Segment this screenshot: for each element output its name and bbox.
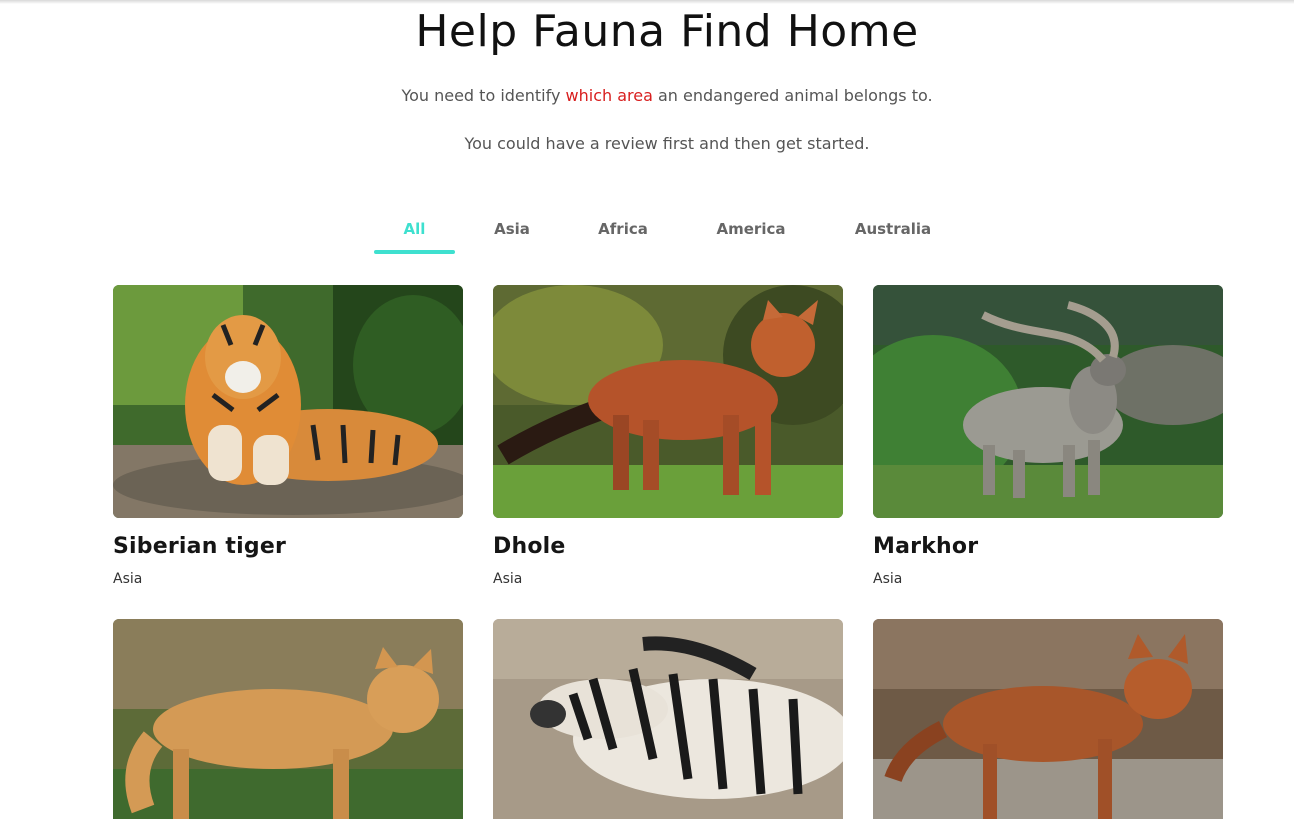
animal-card-zebra[interactable]: [493, 619, 843, 835]
animal-card-siberian-tiger[interactable]: Siberian tiger Asia: [113, 285, 463, 587]
intro-suffix: an endangered animal belongs to.: [652, 86, 933, 105]
animal-card-ethiopian-wolf[interactable]: [873, 619, 1223, 835]
top-shadow-bar: [0, 0, 1294, 4]
tiger-photo: [113, 285, 463, 518]
tab-america[interactable]: America: [706, 220, 796, 238]
dhole-photo: [493, 285, 843, 518]
animal-region: Asia: [113, 571, 143, 587]
animal-name: Dhole: [493, 534, 566, 559]
intro-line-2: You could have a review first and then g…: [464, 134, 870, 153]
markhor-photo: [873, 285, 1223, 518]
tab-africa[interactable]: Africa: [586, 220, 660, 238]
tab-australia[interactable]: Australia: [845, 220, 941, 238]
animal-card-dhole[interactable]: Dhole Asia: [493, 285, 843, 587]
intro-highlight: which area: [565, 86, 653, 105]
active-tab-underline: [374, 250, 455, 254]
zebra-photo: [493, 619, 843, 819]
animal-region: Asia: [873, 571, 903, 587]
animal-card-dingo[interactable]: [113, 619, 463, 835]
tab-all[interactable]: All: [374, 220, 455, 238]
animal-card-markhor[interactable]: Markhor Asia: [873, 285, 1223, 587]
animal-name: Markhor: [873, 534, 979, 559]
intro-line-1: You need to identify which area an endan…: [0, 86, 1294, 105]
animal-region: Asia: [493, 571, 523, 587]
ethiopian-wolf-photo: [873, 619, 1223, 819]
tab-asia[interactable]: Asia: [482, 220, 542, 238]
animal-name: Siberian tiger: [113, 534, 286, 559]
page-title: Help Fauna Find Home: [415, 6, 919, 57]
region-filter-tabs: All Asia Africa America Australia: [0, 220, 1294, 260]
intro-prefix: You need to identify: [401, 86, 566, 105]
dingo-photo: [113, 619, 463, 819]
